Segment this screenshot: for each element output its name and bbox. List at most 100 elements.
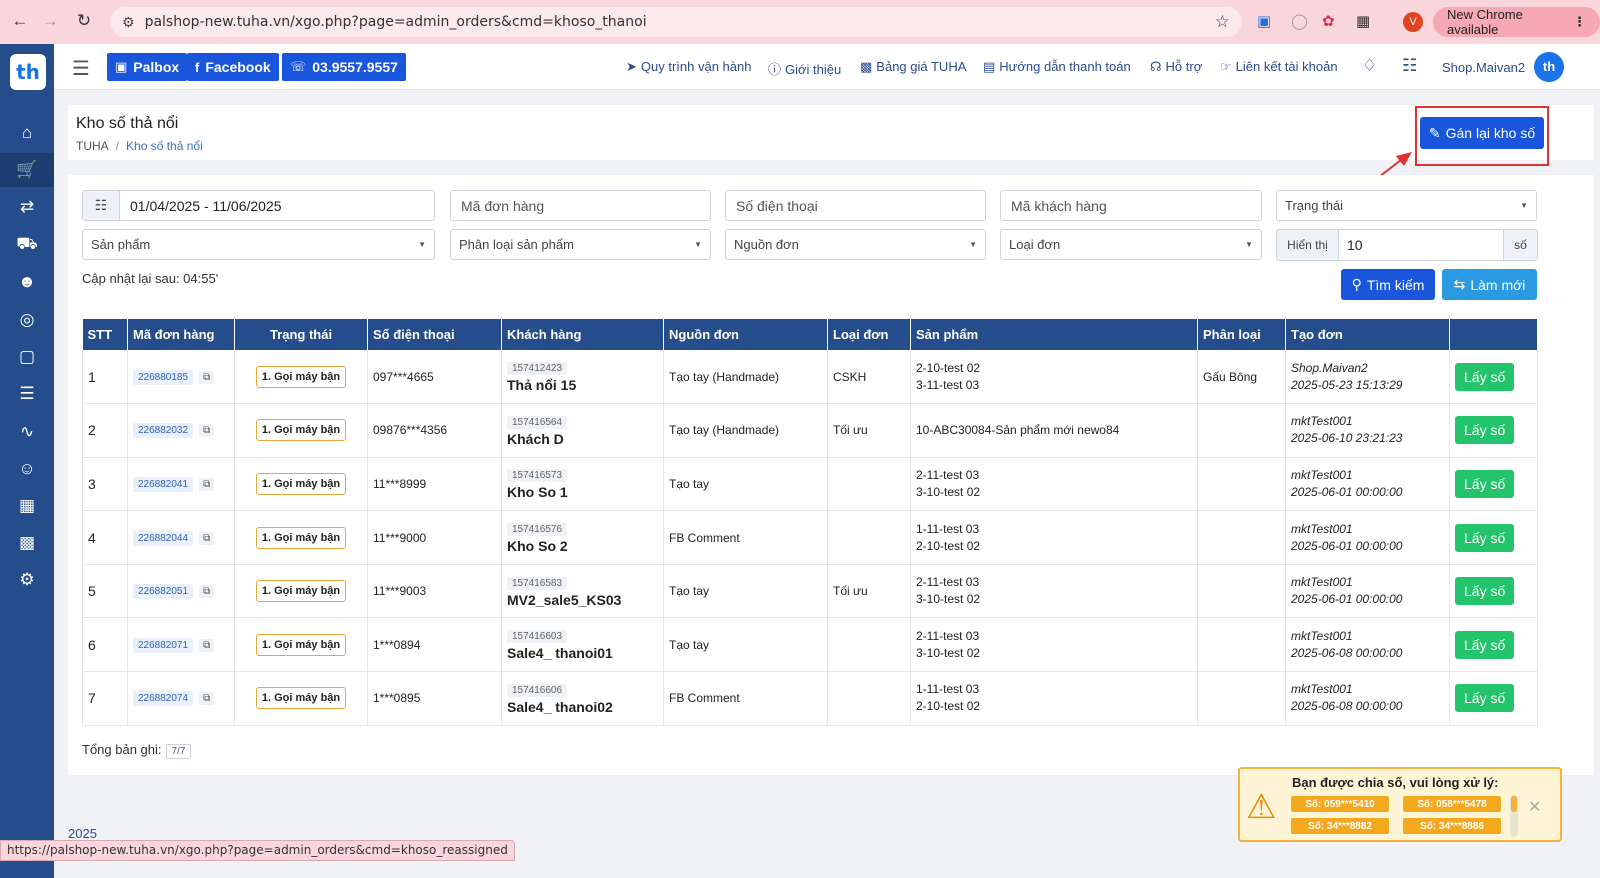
user-icon[interactable]: ☺ bbox=[0, 452, 54, 486]
status-badge[interactable]: 1. Gọi máy bận bbox=[255, 687, 347, 710]
introduction-link[interactable]: ⓘ Giới thiệu bbox=[768, 59, 841, 78]
status-badge[interactable]: 1. Gọi máy bận bbox=[255, 580, 347, 603]
order-code-link[interactable]: 226882041 bbox=[133, 476, 194, 492]
layers-icon[interactable]: ☰ bbox=[0, 377, 54, 411]
assigned-number-chip[interactable]: Số: 34***8882 bbox=[1291, 818, 1389, 834]
box-icon[interactable]: ▢ bbox=[0, 340, 54, 374]
source-select[interactable]: Nguồn đơn ▼ bbox=[725, 229, 986, 260]
payment-guide-link[interactable]: ▤ Hướng dẫn thanh toán bbox=[983, 59, 1131, 75]
new-chrome-available-button[interactable]: New Chrome available ⋮ bbox=[1433, 7, 1600, 37]
app-logo[interactable]: th bbox=[10, 54, 46, 90]
cell-category bbox=[1197, 617, 1286, 673]
exchange-icon[interactable]: ⇄ bbox=[0, 190, 54, 224]
order-code-link[interactable]: 226882032 bbox=[133, 423, 194, 439]
notification-scrollbar[interactable] bbox=[1510, 795, 1518, 837]
cell-created: Shop.Maivan2 2025-05-23 15:13:29 bbox=[1285, 350, 1450, 405]
take-number-button[interactable]: Lấy số bbox=[1455, 362, 1515, 391]
breadcrumb-root[interactable]: TUHA bbox=[76, 139, 109, 153]
user-name[interactable]: Shop.Maivan2 bbox=[1442, 60, 1525, 75]
activity-icon[interactable]: ∿ bbox=[0, 415, 54, 449]
copy-icon[interactable]: ⧉ bbox=[199, 531, 215, 545]
gift-small-icon: ▩ bbox=[860, 59, 873, 74]
user-avatar[interactable]: th bbox=[1534, 52, 1564, 82]
assigned-number-chip[interactable]: Số: 059***5410 bbox=[1291, 796, 1389, 812]
status-badge[interactable]: 1. Gọi máy bận bbox=[255, 419, 347, 442]
cart-icon[interactable]: 🛒 bbox=[0, 153, 54, 187]
order-code-link[interactable]: 226882044 bbox=[133, 530, 194, 546]
status-badge[interactable]: 1. Gọi máy bận bbox=[255, 633, 347, 656]
pricing-link[interactable]: ▩ Bảng giá TUHA bbox=[860, 59, 966, 75]
extensions-puzzle-icon[interactable]: ▦ bbox=[1356, 12, 1370, 30]
url-text[interactable]: palshop-new.tuha.vn/xgo.php?page=admin_o… bbox=[145, 14, 647, 30]
status-badge[interactable]: 1. Gọi máy bận bbox=[255, 472, 347, 495]
facebook-button[interactable]: f Facebook bbox=[187, 53, 279, 81]
support-link[interactable]: ☊ Hỗ trợ bbox=[1150, 59, 1202, 75]
assigned-number-chip[interactable]: Số: 058***5478 bbox=[1403, 796, 1501, 812]
order-type-select[interactable]: Loại đơn ▼ bbox=[1000, 229, 1262, 260]
cell-product: 1-11-test 03 2-10-test 02 bbox=[910, 510, 1198, 565]
order-code-link[interactable]: 226882071 bbox=[133, 637, 194, 653]
take-number-button[interactable]: Lấy số bbox=[1455, 469, 1515, 498]
status-select[interactable]: Trạng thái ▼ bbox=[1276, 190, 1537, 221]
close-icon[interactable]: ✕ bbox=[1528, 797, 1541, 817]
customer-name: Kho So 2 bbox=[507, 538, 568, 555]
copy-icon[interactable]: ⧉ bbox=[199, 477, 215, 491]
product-select[interactable]: Sản phẩm ▼ bbox=[82, 229, 435, 260]
cell-order-code: 226882044 ⧉ bbox=[127, 510, 235, 565]
rocket-icon: ➤ bbox=[626, 59, 637, 74]
copy-icon[interactable]: ⧉ bbox=[199, 692, 215, 706]
hotline-button[interactable]: ☏ 03.9557.9557 bbox=[282, 53, 406, 81]
order-code-input[interactable]: Mã đơn hàng bbox=[450, 190, 711, 221]
forward-icon[interactable]: → bbox=[36, 11, 64, 31]
calendar-icon[interactable]: ☷ bbox=[1402, 56, 1417, 76]
reset-button[interactable]: ⇆ Làm mới bbox=[1442, 269, 1537, 300]
link-account-link[interactable]: ☞ Liên kết tài khoản bbox=[1220, 59, 1338, 75]
order-code-link[interactable]: 226882074 bbox=[133, 691, 194, 707]
users-icon[interactable]: ☻ bbox=[0, 265, 54, 299]
address-bar[interactable]: ⚙ palshop-new.tuha.vn/xgo.php?page=admin… bbox=[110, 7, 1242, 37]
site-settings-icon[interactable]: ⚙ bbox=[122, 14, 135, 31]
gift-icon[interactable]: ▩ bbox=[0, 526, 54, 560]
status-badge[interactable]: 1. Gọi máy bận bbox=[255, 526, 347, 549]
more-menu-icon[interactable]: ⋮ bbox=[1573, 14, 1586, 30]
order-code-link[interactable]: 226882051 bbox=[133, 584, 194, 600]
copy-icon[interactable]: ⧉ bbox=[199, 370, 215, 384]
map-icon[interactable]: ▦ bbox=[0, 489, 54, 523]
menu-toggle-icon[interactable]: ☰ bbox=[72, 56, 90, 81]
flower-extension-icon[interactable]: ✿ bbox=[1322, 12, 1335, 30]
operation-process-link[interactable]: ➤ Quy trình vận hành bbox=[626, 59, 751, 75]
status-badge[interactable]: 1. Gọi máy bận bbox=[255, 365, 347, 388]
phone-input[interactable]: Số điện thoại bbox=[725, 190, 986, 221]
date-range-input[interactable]: ☷ 01/04/2025 - 11/06/2025 bbox=[82, 190, 435, 221]
profile-avatar[interactable]: V bbox=[1403, 12, 1423, 32]
cell-status: 1. Gọi máy bận bbox=[234, 510, 368, 565]
compass-extension-icon[interactable]: ◯ bbox=[1291, 12, 1308, 30]
take-number-button[interactable]: Lấy số bbox=[1455, 630, 1515, 659]
take-number-button[interactable]: Lấy số bbox=[1455, 416, 1515, 445]
take-number-button[interactable]: Lấy số bbox=[1455, 523, 1515, 552]
target-icon[interactable]: ◎ bbox=[0, 303, 54, 337]
take-number-button[interactable]: Lấy số bbox=[1455, 684, 1515, 713]
assigned-number-chip[interactable]: Số: 34***8886 bbox=[1403, 818, 1501, 834]
copy-icon[interactable]: ⧉ bbox=[199, 424, 215, 438]
reload-icon[interactable]: ↻ bbox=[70, 11, 98, 31]
take-number-button[interactable]: Lấy số bbox=[1455, 577, 1515, 606]
order-code-link[interactable]: 226880185 bbox=[133, 369, 194, 385]
gear-icon[interactable]: ⚙ bbox=[0, 563, 54, 597]
search-button[interactable]: ⚲ Tìm kiếm bbox=[1341, 269, 1435, 300]
translate-icon[interactable]: ▣ bbox=[1257, 12, 1271, 30]
top-header: ☰ ▣ Palbox f Facebook ☏ 03.9557.9557 ➤ Qu… bbox=[54, 44, 1600, 90]
home-icon[interactable]: ⌂ bbox=[0, 116, 54, 150]
copy-icon[interactable]: ⧉ bbox=[199, 638, 215, 652]
bell-icon[interactable]: ♢ bbox=[1362, 56, 1377, 76]
copy-icon[interactable]: ⧉ bbox=[199, 585, 215, 599]
page-size-input[interactable]: 10 bbox=[1339, 230, 1503, 260]
palbox-button[interactable]: ▣ Palbox bbox=[107, 53, 188, 81]
customer-code-input[interactable]: Mã khách hàng bbox=[1000, 190, 1262, 221]
truck-icon[interactable]: ⛟ bbox=[0, 228, 54, 262]
breadcrumb-current[interactable]: Kho số thả nổi bbox=[126, 139, 203, 153]
product-type-select[interactable]: Phân loại sản phẩm ▼ bbox=[450, 229, 711, 260]
cell-stt: 1 bbox=[82, 350, 128, 405]
bookmark-star-icon[interactable]: ☆ bbox=[1215, 12, 1230, 32]
back-icon[interactable]: ← bbox=[6, 11, 34, 31]
